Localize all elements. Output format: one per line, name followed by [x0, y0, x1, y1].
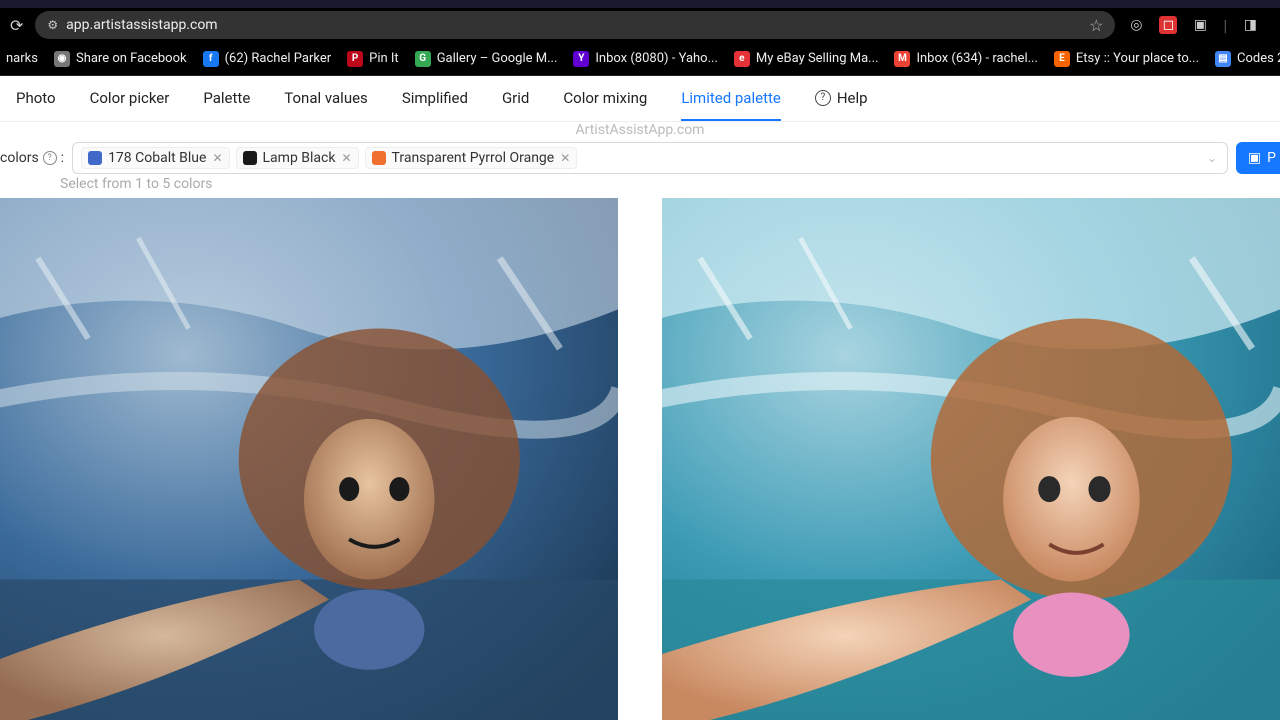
- bookmark-label: Inbox (634) - rachel...: [916, 51, 1037, 66]
- bookmark-item[interactable]: M Inbox (634) - rachel...: [894, 51, 1037, 67]
- bookmark-label: narks: [6, 51, 38, 66]
- bookmark-label: Etsy :: Your place to...: [1076, 51, 1199, 66]
- panel-original-photo[interactable]: [662, 198, 1280, 720]
- color-chip-lamp-black[interactable]: Lamp Black ✕: [236, 147, 359, 169]
- bookmark-item[interactable]: ▤ Codes 2015 - Googl...: [1215, 51, 1280, 67]
- sidepanel-icon[interactable]: ◨: [1241, 16, 1259, 34]
- color-select[interactable]: 178 Cobalt Blue ✕ Lamp Black ✕ Transpare…: [72, 142, 1228, 174]
- image-panels: [0, 198, 1280, 720]
- bookmark-item[interactable]: P Pin It: [347, 51, 399, 67]
- tab-simplified[interactable]: Simplified: [402, 76, 468, 121]
- bookmark-label: My eBay Selling Ma...: [756, 51, 879, 66]
- colors-row: colors ? : 178 Cobalt Blue ✕ Lamp Black …: [0, 140, 1280, 176]
- tab-limited-palette[interactable]: Limited palette: [681, 76, 781, 121]
- panel-limited-palette-preview[interactable]: [0, 198, 618, 720]
- tab-photo[interactable]: Photo: [16, 76, 56, 121]
- bookmark-label: Inbox (8080) - Yaho...: [595, 51, 717, 66]
- gdocs-icon: ▤: [1215, 51, 1231, 67]
- reload-icon[interactable]: ⟳: [10, 16, 23, 35]
- help-icon: ?: [815, 90, 831, 106]
- tab-palette[interactable]: Palette: [203, 76, 250, 121]
- remove-chip-icon[interactable]: ✕: [560, 151, 570, 165]
- chip-label: Lamp Black: [263, 150, 336, 166]
- pinterest-icon: P: [347, 51, 363, 67]
- separator: |: [1223, 16, 1227, 35]
- etsy-icon: E: [1054, 51, 1070, 67]
- chevron-down-icon[interactable]: ⌄: [1207, 151, 1217, 165]
- globe-icon: ◉: [54, 51, 70, 67]
- extensions-menu-icon[interactable]: ▣: [1191, 16, 1209, 34]
- bookmark-item[interactable]: Y Inbox (8080) - Yaho...: [573, 51, 717, 67]
- swatch-icon: [243, 151, 257, 165]
- site-info-icon[interactable]: ⚙: [47, 18, 58, 32]
- colon: :: [61, 150, 64, 166]
- swatch-icon: [88, 151, 102, 165]
- bookmark-star-icon[interactable]: ☆: [1089, 16, 1103, 35]
- swatch-icon: [372, 151, 386, 165]
- bookmark-label: (62) Rachel Parker: [225, 51, 332, 66]
- app-tabs: Photo Color picker Palette Tonal values …: [0, 76, 1280, 122]
- color-chip-cobalt-blue[interactable]: 178 Cobalt Blue ✕: [81, 147, 229, 169]
- bookmark-item[interactable]: narks: [6, 51, 38, 66]
- info-icon[interactable]: ?: [43, 151, 57, 165]
- color-chip-pyrrol-orange[interactable]: Transparent Pyrrol Orange ✕: [365, 147, 578, 169]
- tab-color-mixing[interactable]: Color mixing: [563, 76, 647, 121]
- watermark: ArtistAssistApp.com: [0, 122, 1280, 140]
- colors-label: colors ? :: [0, 150, 64, 166]
- colors-label-text: colors: [0, 150, 39, 166]
- bookmark-label: Share on Facebook: [76, 51, 187, 66]
- address-bar-row: ⟳ ⚙ app.artistassistapp.com ☆ ◎ ◻ ▣ | ◨: [0, 8, 1280, 42]
- yahoo-icon: Y: [573, 51, 589, 67]
- url-text: app.artistassistapp.com: [66, 17, 1081, 33]
- preview-image-right: [662, 198, 1280, 720]
- bookmark-item[interactable]: e My eBay Selling Ma...: [734, 51, 879, 67]
- extension-icon[interactable]: ◎: [1127, 16, 1145, 34]
- primary-action-button[interactable]: ▣ P: [1236, 142, 1280, 174]
- facebook-icon: f: [203, 51, 219, 67]
- bookmark-label: Gallery – Google M...: [437, 51, 558, 66]
- bookmark-label: Pin It: [369, 51, 399, 66]
- image-icon: ▣: [1248, 150, 1261, 166]
- remove-chip-icon[interactable]: ✕: [341, 151, 351, 165]
- remove-chip-icon[interactable]: ✕: [212, 151, 222, 165]
- colors-helper-text: Select from 1 to 5 colors: [0, 176, 1280, 198]
- browser-tab-strip: [0, 0, 1280, 8]
- primary-button-label: P: [1267, 150, 1276, 166]
- bookmarks-bar: narks ◉ Share on Facebook f (62) Rachel …: [0, 42, 1280, 76]
- tab-color-picker[interactable]: Color picker: [90, 76, 170, 121]
- ebay-icon: e: [734, 51, 750, 67]
- address-bar[interactable]: ⚙ app.artistassistapp.com ☆: [35, 11, 1115, 39]
- bookmark-item[interactable]: G Gallery – Google M...: [415, 51, 558, 67]
- preview-image-left: [0, 198, 618, 720]
- google-icon: G: [415, 51, 431, 67]
- bookmark-item[interactable]: E Etsy :: Your place to...: [1054, 51, 1199, 67]
- help-label: Help: [837, 89, 868, 107]
- chip-label: Transparent Pyrrol Orange: [392, 150, 555, 166]
- gmail-icon: M: [894, 51, 910, 67]
- bookmark-label: Codes 2015 - Googl...: [1237, 51, 1280, 66]
- tab-tonal-values[interactable]: Tonal values: [284, 76, 368, 121]
- chip-label: 178 Cobalt Blue: [108, 150, 206, 166]
- tab-help[interactable]: ? Help: [815, 76, 868, 121]
- extension-icon[interactable]: ◻: [1159, 16, 1177, 34]
- bookmark-item[interactable]: ◉ Share on Facebook: [54, 51, 187, 67]
- extension-icons: ◎ ◻ ▣ | ◨: [1127, 16, 1259, 35]
- bookmark-item[interactable]: f (62) Rachel Parker: [203, 51, 332, 67]
- tab-grid[interactable]: Grid: [502, 76, 529, 121]
